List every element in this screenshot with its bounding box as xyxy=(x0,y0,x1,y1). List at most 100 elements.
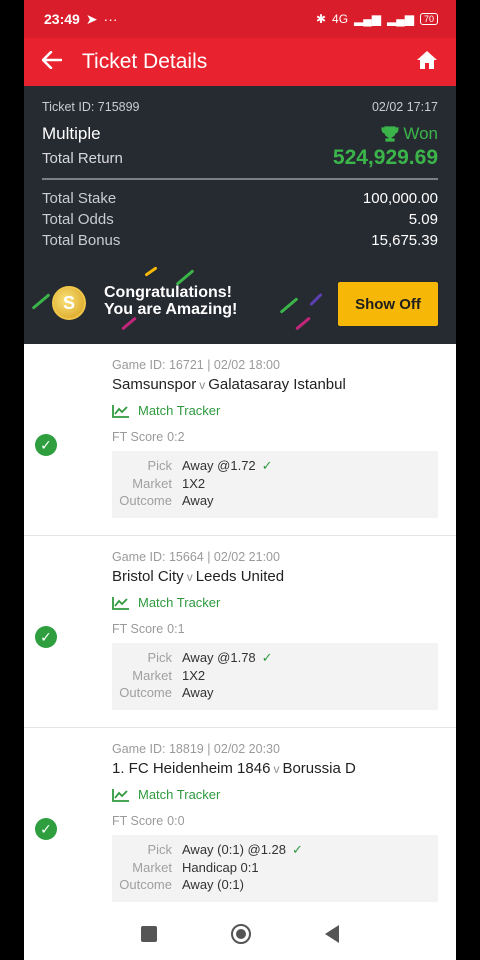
chart-line-icon xyxy=(112,596,129,610)
won-check-icon: ✓ xyxy=(35,818,57,840)
congrats-text: Congratulations! You are Amazing! xyxy=(104,284,238,318)
total-return-value: 524,929.69 xyxy=(332,146,438,169)
pick-value: Away @1.78 xyxy=(182,650,256,665)
market-label: Market xyxy=(132,859,172,875)
confetti xyxy=(144,266,158,277)
total-stake-row: Total Stake 100,000.00 xyxy=(42,190,438,207)
page-title: Ticket Details xyxy=(82,50,208,73)
signal-icon-2: ▂▄▆ xyxy=(387,12,414,26)
outcome-value: Away (0:1) xyxy=(182,877,244,892)
confetti xyxy=(279,297,299,314)
status-time: 23:49 xyxy=(44,11,80,27)
trophy-icon xyxy=(381,126,399,142)
total-return-label: Total Return xyxy=(42,149,123,167)
check-icon: ✓ xyxy=(261,650,273,665)
pick-label: Pick xyxy=(147,650,172,665)
away-team: Borussia D xyxy=(282,760,356,777)
app-header: Ticket Details xyxy=(24,38,456,86)
app-screen: 23:49 ➤ ··· ✱ 4G ▂▄▆ ▂▄▆ 70 Ticket Detai… xyxy=(24,0,456,960)
network-type: 4G xyxy=(332,12,349,26)
pick-value: Away (0:1) @1.28 xyxy=(182,842,287,857)
ft-score: FT Score 0:2 xyxy=(112,430,185,444)
home-team: Samsunspor xyxy=(112,376,197,393)
match-teams: Samsunspor v Galatasaray Istanbul xyxy=(112,376,438,393)
divider xyxy=(42,178,438,180)
check-icon: ✓ xyxy=(261,458,273,473)
bet-list: ✓ Game ID: 16721 | 02/02 18:00 Samsunspor v… xyxy=(24,344,456,920)
pick-label: Pick xyxy=(147,842,172,857)
show-off-button[interactable]: Show Off xyxy=(338,282,438,326)
confetti xyxy=(295,316,311,331)
chart-line-icon xyxy=(112,788,129,802)
check-icon: ✓ xyxy=(292,842,303,857)
match-tracker-link[interactable]: Match Tracker xyxy=(112,595,438,610)
pick-details: Pick Away @1.72 ✓ Market 1X2 Outcome Away xyxy=(112,451,438,518)
market-value: 1X2 xyxy=(182,475,206,491)
outcome-label: Outcome xyxy=(119,493,172,508)
outcome-label: Outcome xyxy=(119,685,172,700)
match-tracker-link[interactable]: Match Tracker xyxy=(112,403,438,418)
back-arrow-icon[interactable] xyxy=(41,49,82,75)
confetti xyxy=(309,292,323,307)
vs-label: v xyxy=(199,378,206,392)
home-icon[interactable] xyxy=(416,50,438,75)
match-tracker-link[interactable]: Match Tracker xyxy=(112,787,438,802)
confetti xyxy=(31,293,51,310)
pick-value: Away @1.72 xyxy=(182,458,256,473)
pick-details: Pick Away (0:1) @1.28 ✓ Market Handicap 0:1 O… xyxy=(112,835,438,902)
market-label: Market xyxy=(132,667,172,683)
market-label: Market xyxy=(132,475,172,491)
total-odds-value: 5.09 xyxy=(408,211,438,228)
coin-icon: S xyxy=(52,286,86,320)
ft-score-value: 0:2 xyxy=(167,430,185,444)
ticket-id: Ticket ID: 715899 xyxy=(42,100,140,114)
vs-label: v xyxy=(186,570,193,584)
vs-label: v xyxy=(273,762,280,776)
send-icon: ➤ xyxy=(85,10,98,27)
outcome-label: Outcome xyxy=(119,877,172,892)
bet-card[interactable]: ✓ Game ID: 15664 | 02/02 21:00 Bristol Cit… xyxy=(24,536,456,728)
chart-line-icon xyxy=(112,404,129,418)
market-value: 1X2 xyxy=(182,667,206,683)
ticket-datetime: 02/02 17:17 xyxy=(371,100,438,114)
pick-label: Pick xyxy=(147,458,172,473)
market-value: Handicap 0:1 xyxy=(182,859,259,875)
total-bonus-value: 15,675.39 xyxy=(371,232,438,249)
total-bonus-row: Total Bonus 15,675.39 xyxy=(42,232,438,249)
outcome-value: Away xyxy=(182,493,214,508)
status-bar: 23:49 ➤ ··· ✱ 4G ▂▄▆ ▂▄▆ 70 xyxy=(24,0,456,38)
game-id: Game ID: 16721 | 02/02 18:00 xyxy=(112,358,280,372)
ft-score-value: 0:1 xyxy=(167,622,185,636)
away-team: Galatasaray Istanbul xyxy=(208,376,346,393)
result-won: Won xyxy=(381,124,438,144)
home-team: 1. FC Heidenheim 1846 xyxy=(112,760,271,777)
bluetooth-icon: ✱ xyxy=(315,12,327,26)
game-id: Game ID: 15664 | 02/02 21:00 xyxy=(112,550,280,564)
ft-score-value: 0:0 xyxy=(167,814,185,828)
recent-apps-button[interactable] xyxy=(141,926,157,942)
won-check-icon: ✓ xyxy=(35,626,57,648)
signal-icon: ▂▄▆ xyxy=(354,12,382,26)
match-teams: 1. FC Heidenheim 1846 v Borussia D xyxy=(112,760,438,777)
battery-icon: 70 xyxy=(419,13,438,25)
away-team: Leeds United xyxy=(195,568,285,585)
ft-score: FT Score 0:0 xyxy=(112,814,185,828)
bet-card[interactable]: ✓ Game ID: 18819 | 02/02 20:30 1. FC Heide… xyxy=(24,728,456,920)
ticket-summary: Ticket ID: 715899 02/02 17:17 Multiple W… xyxy=(24,86,456,344)
home-nav-button[interactable] xyxy=(231,924,251,944)
ft-score: FT Score 0:1 xyxy=(112,622,185,636)
won-check-icon: ✓ xyxy=(35,434,57,456)
total-odds-row: Total Odds 5.09 xyxy=(42,211,438,228)
bet-card[interactable]: ✓ Game ID: 16721 | 02/02 18:00 Samsunspor v… xyxy=(24,344,456,536)
game-id: Game ID: 18819 | 02/02 20:30 xyxy=(112,742,280,756)
congrats-banner: S Congratulations! You are Amazing! Show… xyxy=(24,264,456,344)
system-nav-bar xyxy=(24,908,456,960)
home-team: Bristol City xyxy=(112,568,184,585)
more-dots-icon: ··· xyxy=(103,11,118,27)
back-nav-button[interactable] xyxy=(325,925,339,943)
outcome-value: Away xyxy=(182,685,214,700)
bet-type: Multiple xyxy=(42,124,101,143)
confetti xyxy=(121,316,137,331)
pick-details: Pick Away @1.78 ✓ Market 1X2 Outcome Away xyxy=(112,643,438,710)
match-teams: Bristol City v Leeds United xyxy=(112,568,438,585)
